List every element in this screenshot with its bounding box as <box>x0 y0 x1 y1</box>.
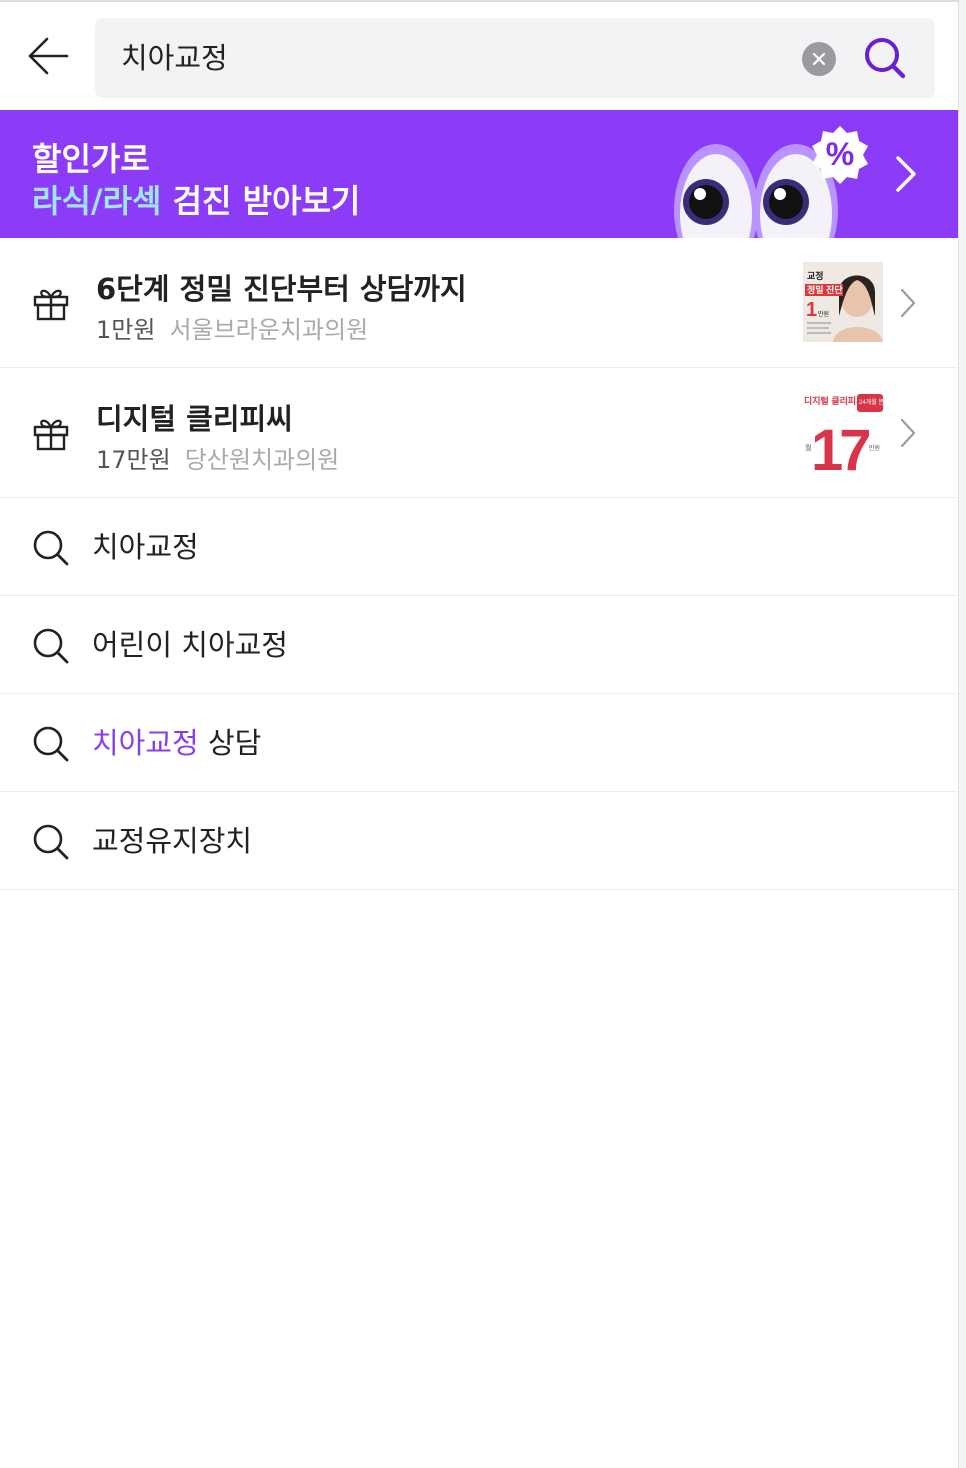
search-query-text[interactable]: 치아교정 <box>121 18 228 98</box>
thumb-value: 1 <box>806 299 817 321</box>
suggestion-rest: 어린이 치아교정 <box>92 628 288 662</box>
suggestion-rest: 교정유지장치 <box>92 824 253 858</box>
thumb-tag: 디지털 클리피씨 <box>804 395 864 406</box>
suggestion-text: 어린이 치아교정 <box>92 596 288 694</box>
gift-icon <box>33 419 69 451</box>
thumb-tag: 교정 <box>807 270 824 281</box>
suggestion-item[interactable]: 치아교정 <box>0 498 958 596</box>
deal-row[interactable]: 6단계 정밀 진단부터 상담까지 1만원 서울브라운치과의원 교정 정밀 진단 1… <box>0 238 958 368</box>
search-icon <box>33 726 69 762</box>
deal-title: 6단계 정밀 진단부터 상담까지 <box>96 272 467 306</box>
deal-clinic: 당산원치과의원 <box>184 446 340 474</box>
deal-title: 디지털 클리피씨 <box>96 402 293 436</box>
search-icon <box>33 824 69 860</box>
clear-search-button[interactable] <box>802 42 836 76</box>
eyes-illustration: % <box>674 126 868 238</box>
suggestion-text: 치아교정 <box>92 498 199 596</box>
deal-thumbnail: 디지털 클리피씨 24개월 분납 월 17 만원 <box>803 392 883 472</box>
banner-line2: 라식/라섹 검진 받아보기 <box>32 176 360 222</box>
search-header: 치아교정 <box>0 6 958 110</box>
chevron-right-icon <box>900 418 916 448</box>
suggestion-text: 교정유지장치 <box>92 792 252 890</box>
banner-line1: 할인가로 <box>32 140 150 178</box>
deal-meta: 17만원 당산원치과의원 <box>96 440 339 475</box>
thumb-unit: 만원 <box>869 444 880 452</box>
suggestion-item[interactable]: 치아교정 상담 <box>0 694 958 792</box>
thumb-badge: 24개월 분납 <box>859 398 883 406</box>
suggestion-text: 치아교정 상담 <box>92 694 261 792</box>
banner-highlight: 라식/라섹 <box>32 182 162 220</box>
promo-banner[interactable]: 할인가로 라식/라섹 검진 받아보기 % <box>0 110 958 238</box>
suggestion-item[interactable]: 교정유지장치 <box>0 792 958 890</box>
back-button[interactable] <box>20 28 76 84</box>
deal-price: 17만원 <box>96 446 171 474</box>
chevron-right-icon <box>900 288 916 318</box>
chevron-right-icon <box>896 156 916 192</box>
discount-symbol: % <box>826 136 854 172</box>
deal-meta: 1만원 서울브라운치과의원 <box>96 310 368 345</box>
deal-thumbnail: 교정 정밀 진단 1 만원 <box>803 262 883 342</box>
suggestion-rest: 상담 <box>198 726 262 760</box>
deal-price: 1만원 <box>96 316 156 344</box>
thumb-unit: 만원 <box>818 310 829 318</box>
close-icon <box>812 52 826 66</box>
arrow-left-icon <box>28 37 69 75</box>
suggestion-match: 치아교정 <box>92 530 199 564</box>
search-icon <box>33 530 69 566</box>
deal-row[interactable]: 디지털 클리피씨 17만원 당산원치과의원 디지털 클리피씨 24개월 분납 월 … <box>0 368 958 498</box>
thumb-value: 17 <box>811 418 869 472</box>
banner-line2-rest: 검진 받아보기 <box>161 182 361 220</box>
deal-clinic: 서울브라운치과의원 <box>169 316 369 344</box>
suggestion-item[interactable]: 어린이 치아교정 <box>0 596 958 694</box>
scrollbar-track[interactable] <box>958 0 966 1468</box>
gift-icon <box>33 289 69 321</box>
search-icon[interactable] <box>861 34 909 82</box>
thumb-headline: 정밀 진단 <box>807 284 843 295</box>
suggestion-match: 치아교정 <box>92 726 199 760</box>
search-icon <box>33 628 69 664</box>
search-input[interactable]: 치아교정 <box>95 18 935 98</box>
